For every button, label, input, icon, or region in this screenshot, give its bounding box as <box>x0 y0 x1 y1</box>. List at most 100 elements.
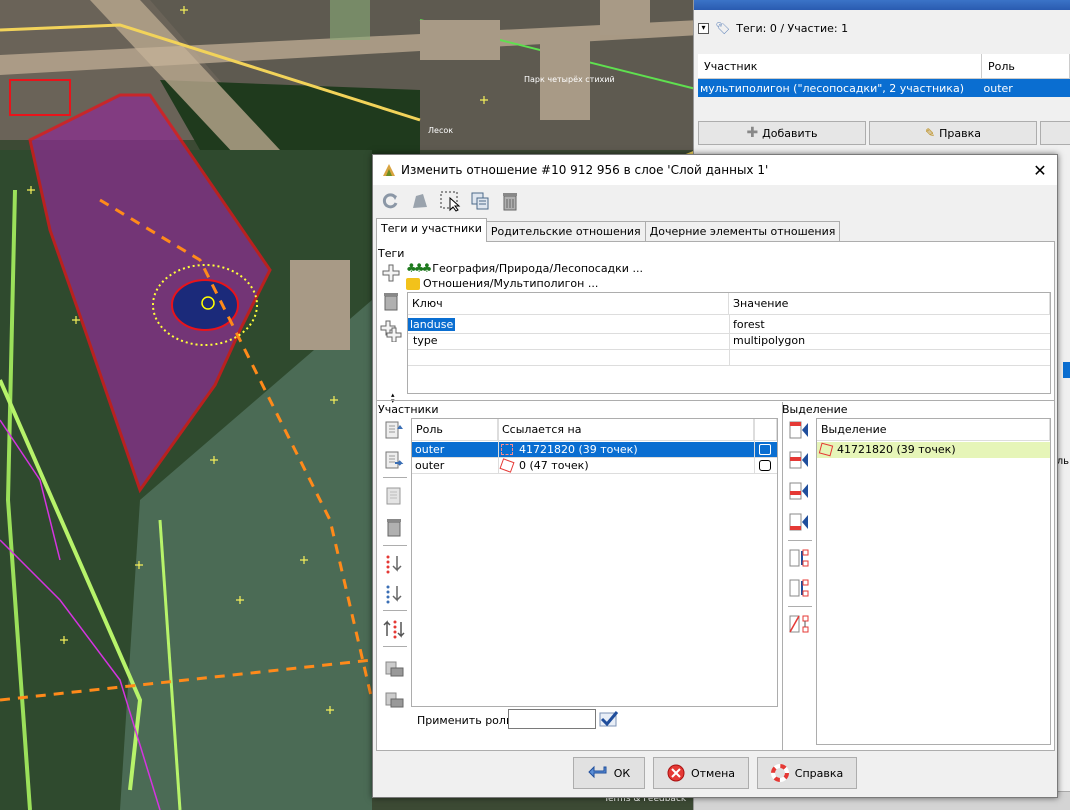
preset-forest[interactable]: ♣♣♣ География/Природа/Лесопосадки ... <box>406 261 643 275</box>
download-incomplete-icon[interactable] <box>787 612 811 636</box>
col-linkage[interactable] <box>754 419 777 441</box>
plus-icon: ✚ <box>746 125 759 141</box>
edit-member-icon[interactable] <box>382 484 406 508</box>
selection-section-label: Выделение <box>782 403 848 416</box>
member-row[interactable]: outer 0 (47 точек) <box>412 458 777 474</box>
apply-role-input[interactable] <box>508 709 596 729</box>
membership-role: outer <box>981 78 1070 97</box>
clipped-text: ль <box>1056 456 1069 467</box>
map-label-forest: Лесок <box>428 126 453 135</box>
ok-button[interactable]: ОК <box>573 757 645 789</box>
tag-row[interactable]: landuse forest <box>408 317 1050 333</box>
add-selected-icon[interactable] <box>382 448 406 472</box>
add-to-start-icon[interactable] <box>787 418 811 442</box>
tags-summary: Теги: 0 / Участие: 1 <box>736 21 849 35</box>
zoom-to-relation-icon[interactable] <box>407 188 433 214</box>
tags-table: Ключ Значение landuse forest type multip… <box>407 292 1051 394</box>
selection-item: 41721820 (39 точек) <box>837 443 956 456</box>
collapse-toggle[interactable]: ▾ <box>698 22 709 34</box>
preset-forest-label: География/Природа/Лесопосадки ... <box>432 261 643 275</box>
tag-value[interactable]: multipolygon <box>730 333 1030 349</box>
dialog-titlebar: Изменить отношение #10 912 956 в слое 'С… <box>373 155 1057 185</box>
tag-row[interactable]: type multipolygon <box>408 333 1050 349</box>
membership-member: мультиполигон ("лесопосадки", 2 участник… <box>698 78 982 97</box>
member-reference: 0 (47 точек) <box>519 459 589 472</box>
tab-parent-relations[interactable]: Родительские отношения <box>485 221 646 242</box>
inner-pond[interactable] <box>171 279 239 331</box>
selection-row[interactable]: 41721820 (39 точек) <box>817 442 1050 458</box>
membership-row[interactable]: мультиполигон ("лесопосадки", 2 участник… <box>698 78 1070 97</box>
paste-tags-icon[interactable] <box>379 319 403 343</box>
way-icon <box>818 442 834 457</box>
members-table: Роль Ссылается на outer 41721820 (39 точ… <box>411 418 778 707</box>
member-row[interactable]: outer 41721820 (39 точек) <box>412 442 777 458</box>
dialog-tabs: Теги и участники Родительские отношения … <box>376 218 841 242</box>
select-primitives-icon[interactable] <box>787 576 811 600</box>
cancel-button[interactable]: Отмена <box>653 757 749 789</box>
tag-value[interactable]: forest <box>730 317 1030 333</box>
membership-table: Участник Роль мультиполигон ("лесопосадк… <box>698 54 1070 97</box>
col-role[interactable]: Роль <box>412 419 498 441</box>
edit-label: Правка <box>939 126 981 140</box>
help-label: Справка <box>794 766 844 780</box>
member-role[interactable]: outer <box>412 458 498 474</box>
tags-members-panel: Теги ♣♣♣ География/Природа/Лесопосадки .… <box>376 241 1055 751</box>
panel-buttons: ✚ Добавить ✎ Правка <box>698 121 1070 145</box>
scroll-indicator <box>1063 362 1070 378</box>
tag-key[interactable]: type <box>410 333 710 349</box>
col-role[interactable]: Роль <box>981 54 1070 79</box>
move-up-from-selection-icon[interactable] <box>382 418 406 442</box>
apply-role-check-icon[interactable] <box>597 707 621 731</box>
cancel-icon <box>667 764 685 782</box>
delete-member-icon[interactable] <box>382 515 406 539</box>
edit-icon: ✎ <box>925 126 936 140</box>
col-key[interactable]: Ключ <box>408 293 729 315</box>
col-selection[interactable]: Выделение <box>817 419 1050 441</box>
select-in-map-icon[interactable] <box>437 188 463 214</box>
cancel-label: Отмена <box>690 766 736 780</box>
way-icon <box>501 444 513 455</box>
help-button[interactable]: Справка <box>757 757 857 789</box>
lifebuoy-icon <box>770 764 789 782</box>
add-button[interactable]: ✚ Добавить <box>698 121 866 145</box>
tab-child-relations[interactable]: Дочерние элементы отношения <box>644 221 841 242</box>
edit-button[interactable]: ✎ Правка <box>869 121 1037 145</box>
refresh-icon[interactable] <box>377 188 403 214</box>
member-role[interactable]: outer <box>412 442 498 458</box>
tab-tags-and-members[interactable]: Теги и участники <box>376 218 487 242</box>
dialog-toolbar <box>377 188 523 214</box>
extra-button[interactable] <box>1040 121 1070 145</box>
add-to-end-icon[interactable] <box>787 510 811 534</box>
add-tag-icon[interactable] <box>379 261 403 285</box>
tag-icon: 🏷 <box>715 21 731 35</box>
col-value[interactable]: Значение <box>729 293 1050 315</box>
sort-below-icon[interactable] <box>382 582 406 606</box>
remove-selected-alt-icon[interactable] <box>382 688 406 712</box>
linkage-icon <box>759 444 771 455</box>
delete-tag-icon[interactable] <box>379 289 403 313</box>
tags-section-label: Теги <box>378 247 405 260</box>
col-reference[interactable]: Ссылается на <box>498 419 754 441</box>
delete-relation-icon[interactable] <box>497 188 523 214</box>
close-button[interactable]: ✕ <box>1023 155 1057 185</box>
remove-selected-icon[interactable] <box>382 657 406 681</box>
linkage-icon <box>759 460 771 471</box>
reverse-order-icon[interactable] <box>382 617 406 641</box>
multipolygon-icon <box>406 277 420 290</box>
panel-topbar <box>694 0 1070 10</box>
col-member[interactable]: Участник <box>698 54 982 79</box>
add-before-icon[interactable] <box>787 448 811 472</box>
duplicate-icon[interactable] <box>467 188 493 214</box>
dialog-buttons: ОК Отмена Справка <box>373 757 1057 789</box>
sort-members-icon[interactable] <box>382 552 406 576</box>
edit-relation-dialog: Изменить отношение #10 912 956 в слое 'С… <box>372 154 1058 798</box>
preset-multipolygon-label: Отношения/Мультиполигон ... <box>423 277 599 290</box>
tree-icon: ♣♣♣ <box>406 261 432 275</box>
way-icon <box>499 458 515 473</box>
add-after-icon[interactable] <box>787 479 811 503</box>
apply-role-label: Применить роль: <box>417 714 517 727</box>
tag-key[interactable]: landuse <box>408 318 456 331</box>
select-members-icon[interactable] <box>787 546 811 570</box>
preset-multipolygon[interactable]: Отношения/Мультиполигон ... <box>406 277 598 290</box>
members-section-label: Участники <box>378 403 439 416</box>
